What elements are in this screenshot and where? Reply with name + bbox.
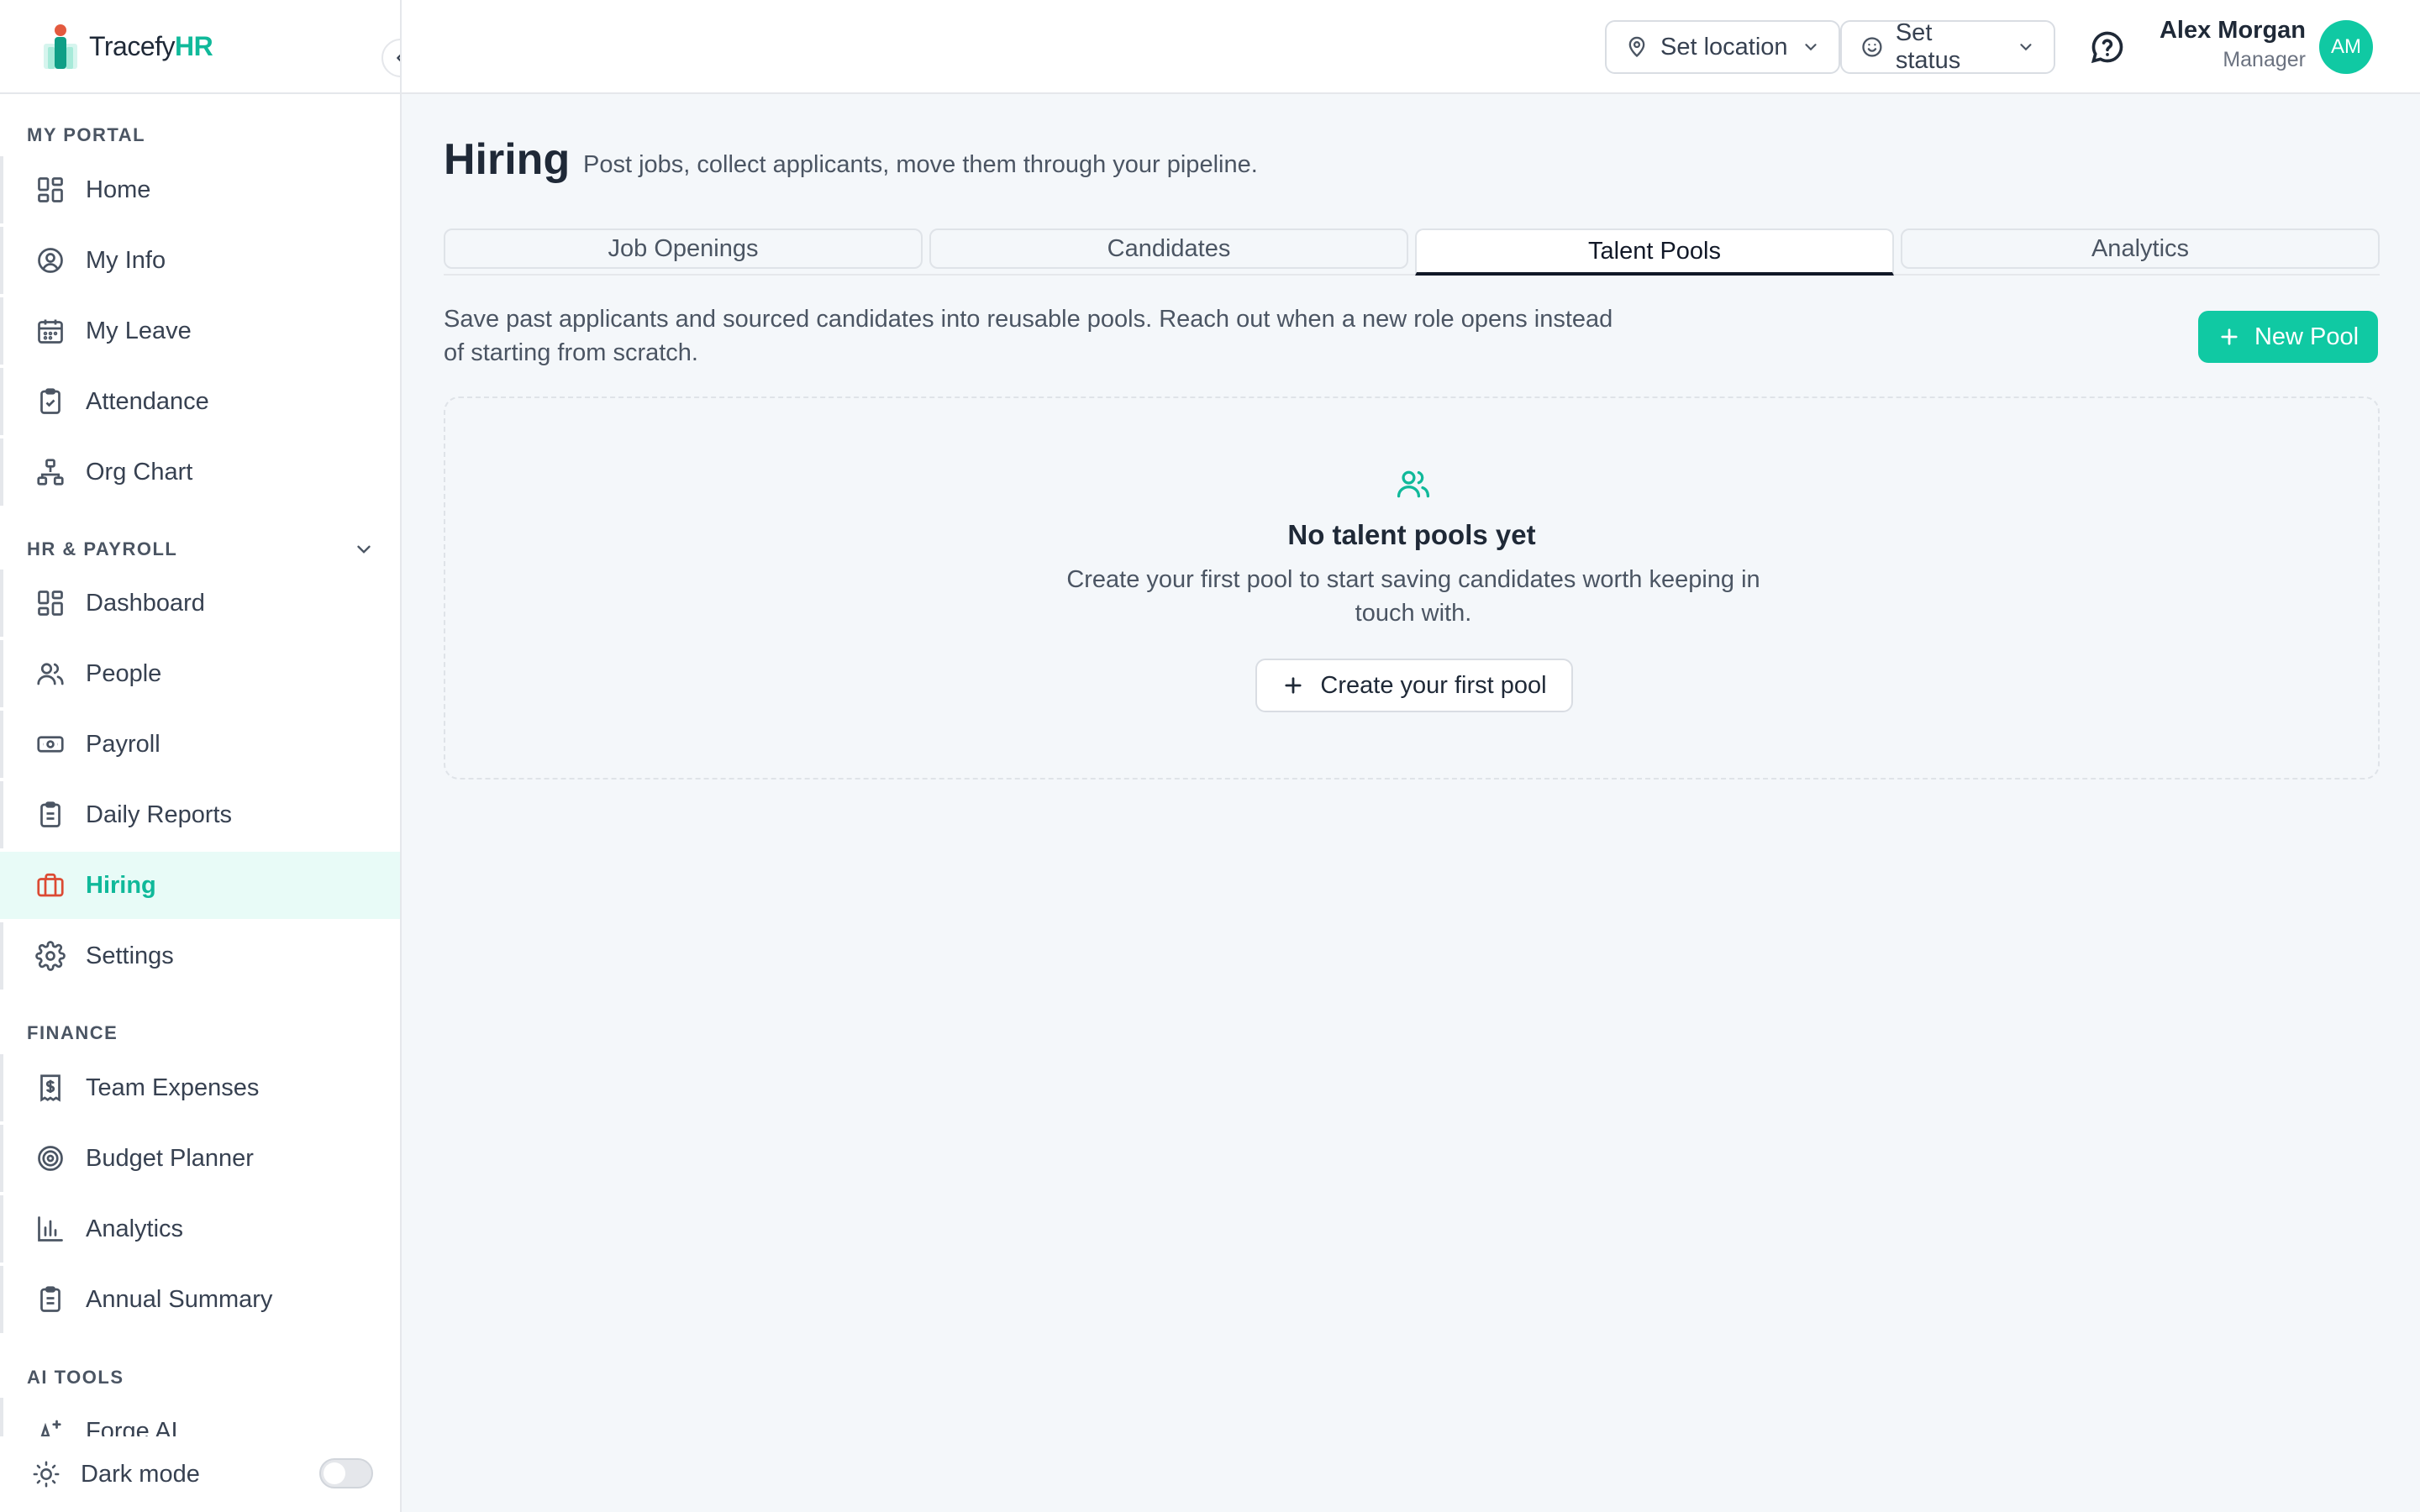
- sidebar-item-team-expenses[interactable]: Team Expenses: [0, 1054, 400, 1121]
- create-first-pool-label: Create your first pool: [1320, 671, 1547, 699]
- sidebar-item-label: Analytics: [86, 1215, 184, 1242]
- receipt-icon: [40, 1074, 60, 1102]
- sidebar-item-my-leave[interactable]: My Leave: [0, 297, 400, 365]
- sidebar-item-dashboard[interactable]: Dashboard: [0, 570, 400, 637]
- tab-analytics[interactable]: Analytics: [1901, 228, 2380, 269]
- dark-mode-label: Dark mode: [81, 1460, 200, 1488]
- dark-mode-row: Dark mode: [0, 1436, 400, 1512]
- sidebar-item-home[interactable]: Home: [0, 156, 400, 223]
- section-label-my-portal: MY PORTAL: [27, 124, 146, 145]
- sidebar-item-label: Home: [86, 176, 151, 203]
- plus-icon: [2221, 328, 2238, 345]
- tab-job-openings[interactable]: Job Openings: [444, 228, 923, 269]
- avatar[interactable]: AM: [2319, 20, 2373, 74]
- grid-icon: [38, 177, 63, 202]
- brand-name: TracefyHR: [89, 30, 213, 61]
- set-location-button[interactable]: Set location: [1605, 20, 1840, 74]
- empty-state-title: No talent pools yet: [1287, 519, 1536, 550]
- sidebar-item-label: Org Chart: [86, 458, 193, 486]
- sidebar-item-daily-reports[interactable]: Daily Reports: [0, 781, 400, 848]
- chevron-down-icon[interactable]: [353, 538, 375, 560]
- grid-icon: [38, 591, 63, 616]
- sidebar-item-my-info[interactable]: My Info: [0, 227, 400, 294]
- users-icon: [37, 663, 64, 685]
- plus-icon: [1285, 677, 1302, 694]
- chevron-down-icon: [1804, 44, 1817, 51]
- clipboard-list-icon: [40, 1286, 60, 1312]
- section-label-ai-tools: AI TOOLS: [27, 1367, 124, 1388]
- new-pool-label: New Pool: [2254, 323, 2360, 350]
- calendar-icon: [38, 319, 63, 344]
- sidebar-item-org-chart[interactable]: Org Chart: [0, 438, 400, 506]
- sidebar-item-label: Dashboard: [86, 589, 205, 617]
- sidebar-item-hiring[interactable]: Hiring: [0, 852, 400, 919]
- map-pin-icon: [1628, 36, 1645, 58]
- sun-icon: [33, 1461, 60, 1488]
- help-icon[interactable]: [2089, 29, 2126, 66]
- sidebar-item-label: People: [86, 659, 162, 687]
- sidebar-item-people[interactable]: People: [0, 640, 400, 707]
- collapse-sidebar-button[interactable]: [381, 39, 400, 77]
- sidebar-item-analytics[interactable]: Analytics: [0, 1195, 400, 1263]
- logo-icon: [44, 24, 77, 69]
- sidebar-item-annual-summary[interactable]: Annual Summary: [0, 1266, 400, 1333]
- sidebar-item-label: My Leave: [86, 317, 192, 344]
- banknote-icon: [37, 736, 64, 753]
- set-status-label: Set status: [1895, 19, 1961, 74]
- user-name: Alex Morgan: [2159, 17, 2306, 44]
- user-menu[interactable]: Alex Morgan Manager: [2160, 17, 2306, 72]
- sidebar-item-label: Team Expenses: [86, 1074, 260, 1101]
- chevron-down-icon: [2020, 44, 2032, 51]
- set-location-label: Set location: [1660, 33, 1788, 60]
- chevron-left-icon: [397, 54, 400, 62]
- empty-state-text: Create your first pool to start saving c…: [1066, 566, 1760, 627]
- page-subtitle: Post jobs, collect applicants, move them…: [583, 151, 1258, 178]
- empty-state-card: No talent pools yet Create your first po…: [444, 396, 2380, 780]
- topbar: Set location Set status Alex Morgan Mana…: [402, 0, 2420, 94]
- users-icon: [1397, 470, 1430, 498]
- sidebar-item-budget-planner[interactable]: Budget Planner: [0, 1125, 400, 1192]
- page-title: Hiring: [444, 135, 571, 184]
- sidebar-item-label: Daily Reports: [86, 801, 233, 828]
- briefcase-icon: [37, 873, 64, 897]
- sidebar-item-label: Annual Summary: [86, 1285, 273, 1313]
- tab-talent-pools[interactable]: Talent Pools: [1415, 228, 1894, 276]
- bar-chart-icon: [38, 1216, 63, 1242]
- hiring-tabs: Job Openings Candidates Talent Pools Ana…: [444, 228, 2380, 276]
- section-label-finance: FINANCE: [27, 1022, 118, 1043]
- sidebar-item-attendance[interactable]: Attendance: [0, 368, 400, 435]
- dark-mode-toggle[interactable]: [319, 1458, 373, 1488]
- tab-candidates[interactable]: Candidates: [929, 228, 1408, 269]
- logo-row: TracefyHR: [0, 0, 400, 94]
- sidebar-item-label: My Info: [86, 246, 166, 274]
- user-role: Manager: [2223, 48, 2306, 71]
- talent-pools-description: Save past applicants and sourced candida…: [444, 306, 1613, 366]
- sidebar-item-label: Settings: [86, 942, 174, 969]
- sidebar-item-label: Payroll: [86, 730, 160, 758]
- clipboard-list-icon: [40, 801, 60, 827]
- set-status-button[interactable]: Set status: [1840, 19, 2055, 74]
- section-label-hr-payroll: HR & PAYROLL: [27, 538, 178, 559]
- sidebar: TracefyHR MY PORTAL Home My Info My Leav…: [0, 0, 402, 1512]
- smile-icon: [1862, 37, 1882, 57]
- gear-icon: [35, 941, 66, 971]
- sidebar-item-settings[interactable]: Settings: [0, 922, 400, 990]
- sidebar-item-label: Hiring: [86, 871, 156, 899]
- target-icon: [38, 1146, 63, 1171]
- org-chart-icon: [37, 459, 64, 486]
- clipboard-check-icon: [40, 388, 60, 414]
- create-first-pool-button[interactable]: Create your first pool: [1255, 659, 1573, 712]
- sidebar-item-payroll[interactable]: Payroll: [0, 711, 400, 778]
- new-pool-button[interactable]: New Pool: [2198, 311, 2378, 363]
- sidebar-item-label: Attendance: [86, 387, 209, 415]
- sidebar-item-label: Budget Planner: [86, 1144, 254, 1172]
- user-circle-icon: [38, 248, 63, 273]
